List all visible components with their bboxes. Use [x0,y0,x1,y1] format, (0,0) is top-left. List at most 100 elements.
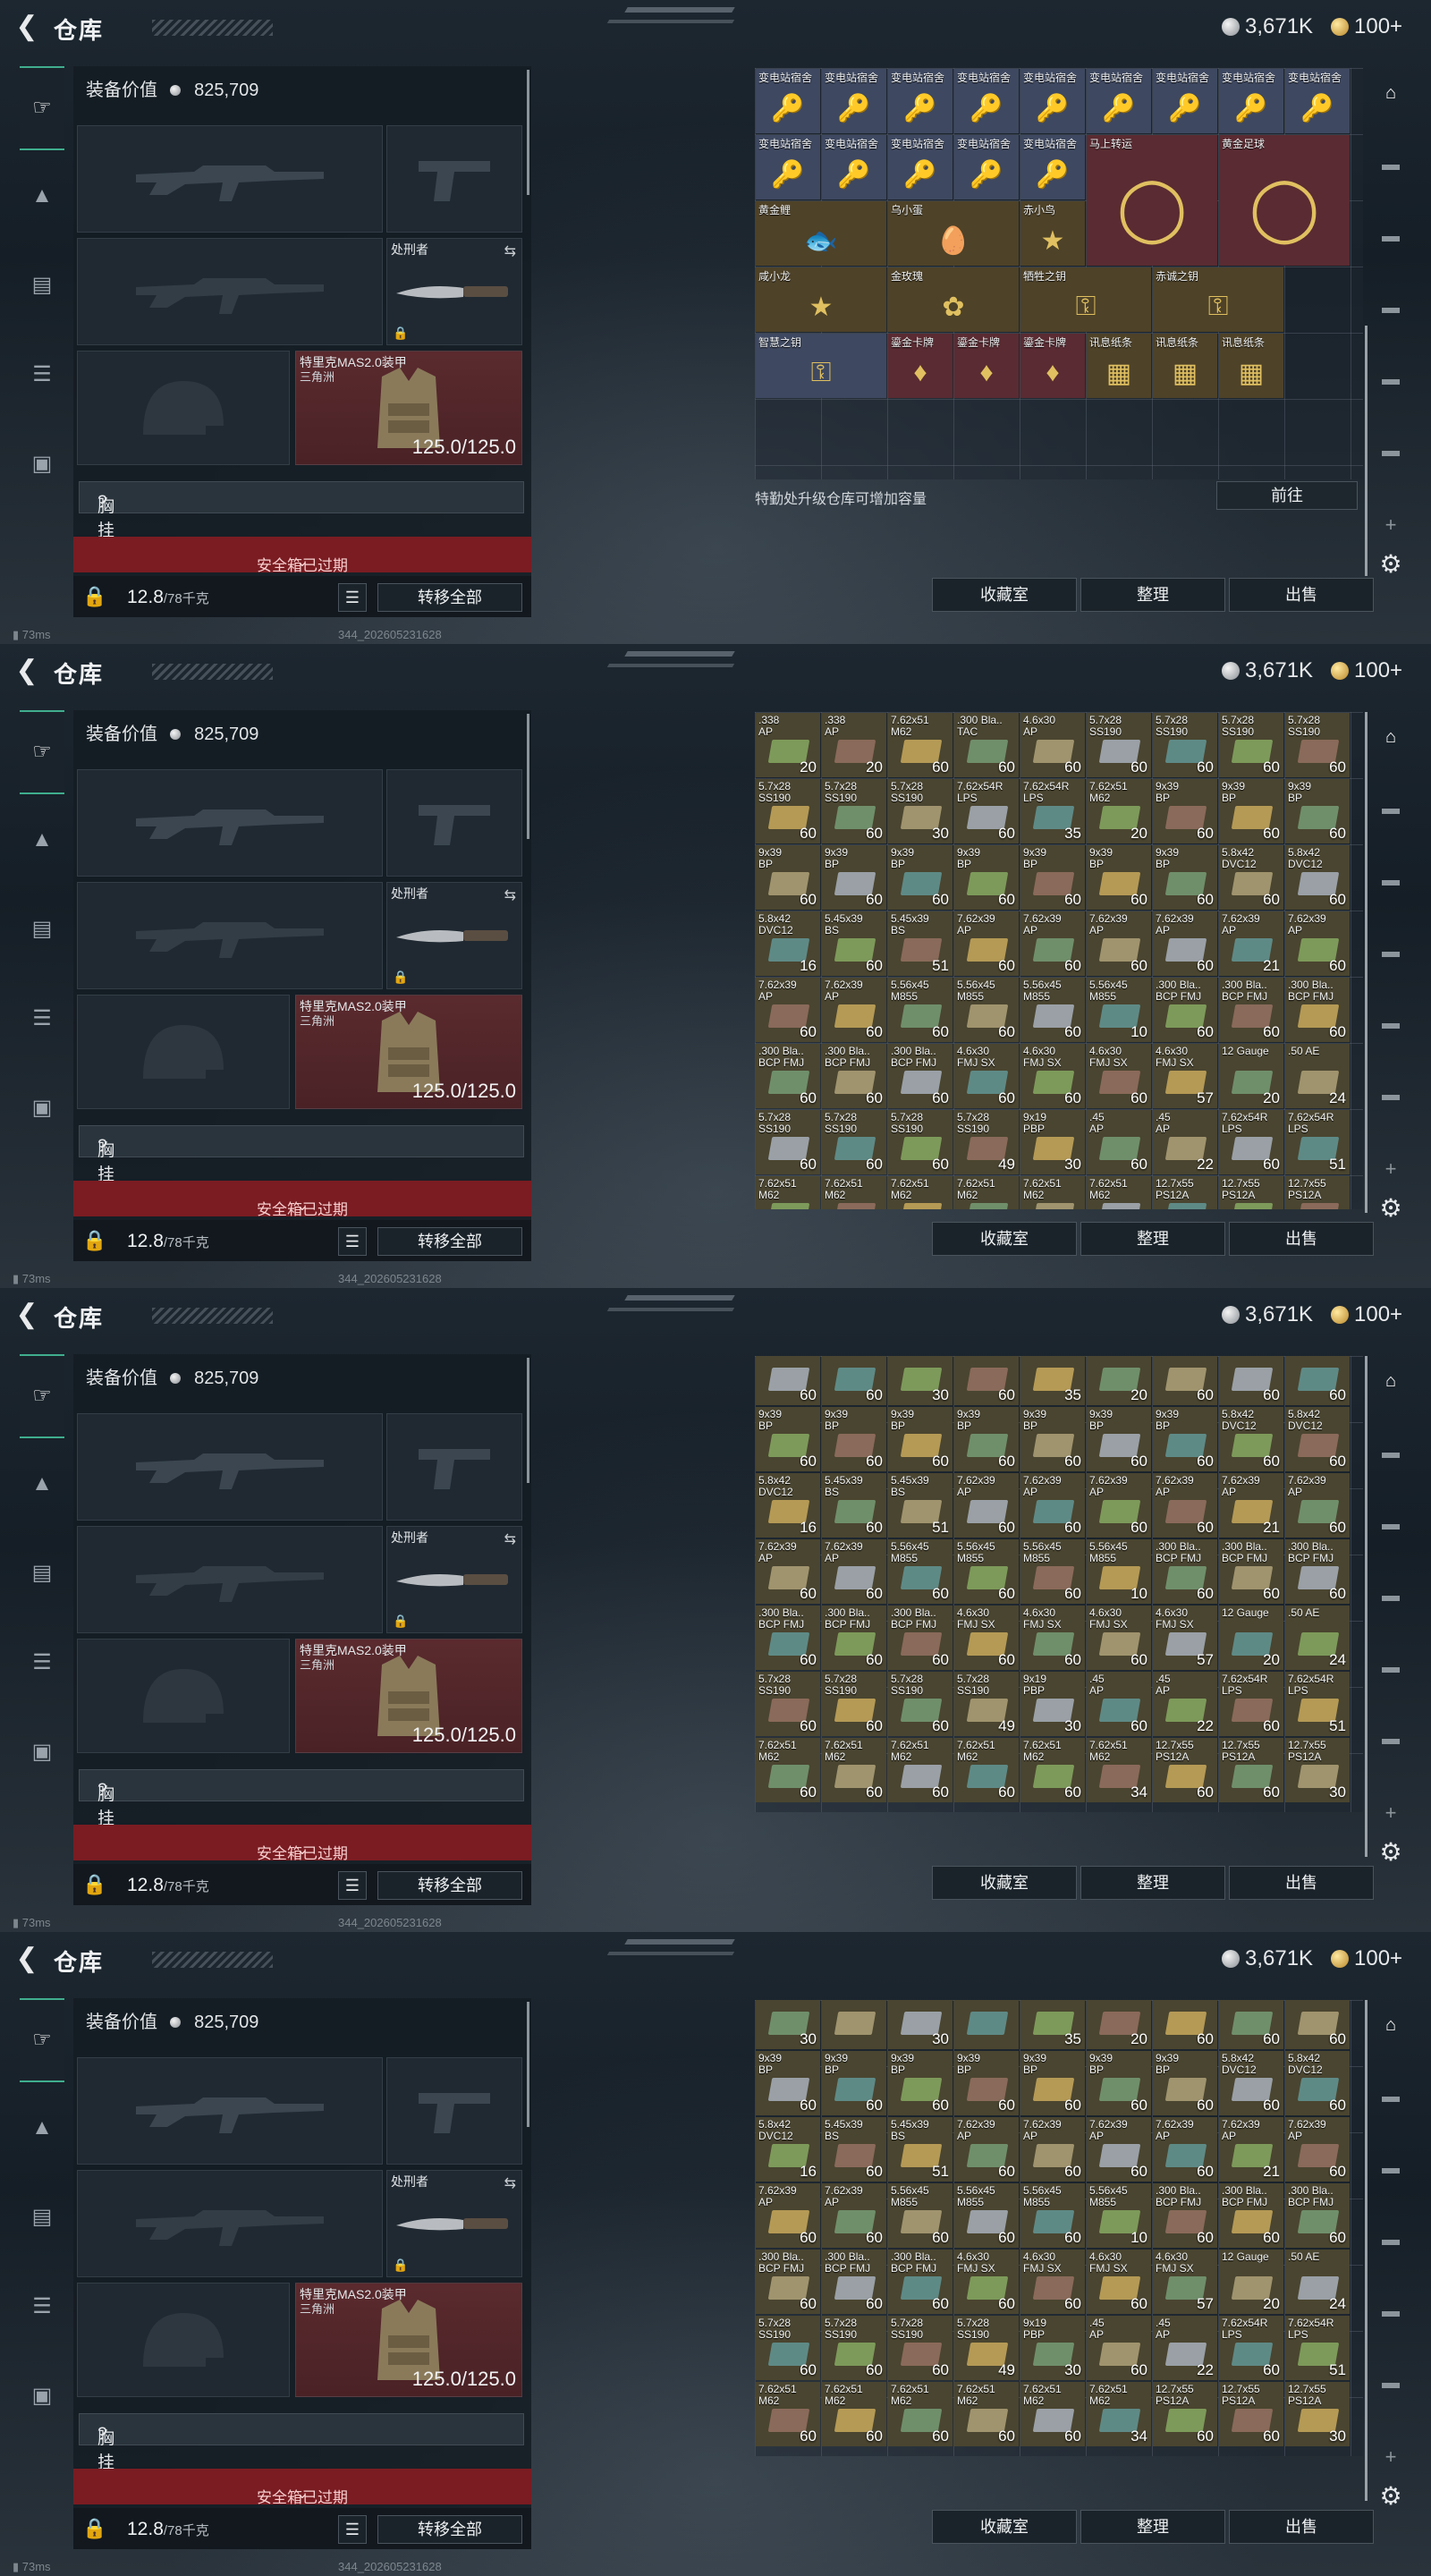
ammo-item[interactable]: .300 Bla.. BCP FMJ 60 [1285,978,1350,1042]
ammo-item[interactable]: 12.7x55 PS12A 60 [1219,1738,1283,1802]
add-tab-button[interactable]: + [1368,1157,1413,1181]
ammo-item[interactable]: 7.62x51 M62 60 [954,1738,1019,1802]
ammo-item[interactable]: 7.62x39 AP 60 [822,978,886,1042]
ammo-item[interactable]: 5.56x45 M855 60 [888,978,953,1042]
melee-slot[interactable]: 处刑者 ⇆ 🔒 [386,2170,522,2277]
ammo-item[interactable]: 60 [1219,1356,1283,1405]
ammo-item[interactable]: 60 [822,1356,886,1405]
ammo-item[interactable]: 5.56x45 M855 60 [954,1539,1019,1604]
secondary-rifle-slot[interactable] [77,882,383,989]
rail-helmet[interactable]: ▲ [20,174,64,218]
tab-tier-iv-c[interactable]: ▬ [1368,1068,1413,1122]
ammo-item[interactable]: .45 AP 22 [1153,1110,1217,1174]
inventory-item[interactable]: 变电站宿舍 🔑 [1020,69,1085,133]
ammo-item[interactable]: 5.56x45 M855 10 [1087,2183,1151,2248]
ammo-item[interactable]: 4.6x30 FMJ SX 57 [1153,2250,1217,2314]
settings-button[interactable]: ⚙ [1368,549,1413,579]
sell-button[interactable]: 出售 [1229,1222,1374,1256]
ammo-item[interactable]: 9x39 BP 60 [888,845,953,910]
inventory-item[interactable]: 变电站宿舍 🔑 [1153,69,1217,133]
ammo-item[interactable]: 7.62x39 AP 60 [1020,911,1085,976]
safe-box-banner[interactable]: 安全箱已过期 ⌄ [73,2469,531,2506]
ammo-item[interactable]: 5.56x45 M855 60 [1020,978,1085,1042]
ammo-item[interactable]: 4.6x30 FMJ SX 60 [954,1044,1019,1108]
gold-currency[interactable]: 100+ [1331,14,1402,38]
ammo-item[interactable]: 60 [1153,2000,1217,2049]
ammo-item[interactable]: 7.62x39 AP 60 [1153,1473,1217,1538]
ammo-item[interactable]: 5.7x28 SS190 60 [822,2316,886,2380]
ammo-item[interactable]: 7.62x54R LPS 60 [954,779,1019,843]
ammo-item[interactable]: 5.7x28 SS190 60 [1285,713,1350,777]
ammo-item[interactable]: 7.62x39 AP 60 [1285,911,1350,976]
rail-briefcase[interactable]: ▣ [20,442,64,487]
melee-slot[interactable]: 处刑者 ⇆ 🔒 [386,882,522,989]
ammo-item[interactable]: .300 Bla.. BCP FMJ 60 [1285,1539,1350,1604]
ammo-item[interactable]: 7.62x51 M62 [888,1176,953,1209]
equipment-scrollbar[interactable] [527,2002,529,2127]
storage-scrollbar[interactable] [1365,2000,1367,2501]
rail-backpack[interactable]: ▤ [20,2195,64,2240]
rail-briefcase[interactable]: ▣ [20,1730,64,1775]
ammo-item[interactable]: 5.7x28 SS190 60 [1219,713,1283,777]
helmet-slot[interactable] [77,1639,290,1753]
tab-tier-iv[interactable]: ▬ [1368,1426,1413,1479]
ammo-item[interactable]: 5.7x28 SS190 60 [822,1110,886,1174]
tab-tier-iii-b[interactable]: ▬ [1368,352,1413,406]
rail-clipboard[interactable]: ☰ [20,1640,64,1685]
ammo-item[interactable]: 12.7x55 PS12A 30 [1285,1738,1350,1802]
primary-weapon-slot[interactable] [77,125,383,233]
ammo-item[interactable]: 7.62x39 AP 21 [1219,1473,1283,1538]
transfer-all-button[interactable]: 转移全部 [377,2515,522,2544]
ammo-item[interactable]: 7.62x39 AP 60 [822,2183,886,2248]
secondary-weapon-slot[interactable] [386,2057,522,2165]
ammo-item[interactable]: 20 [1087,2000,1151,2049]
sort-button[interactable]: 整理 [1080,578,1225,612]
ammo-item[interactable]: 7.62x39 AP 60 [1087,911,1151,976]
ammo-item[interactable]: .50 AE 24 [1285,1044,1350,1108]
helmet-slot[interactable] [77,2283,290,2397]
ammo-item[interactable]: 12.7x55 PS12A [1285,1176,1350,1209]
inventory-item[interactable]: 牺牲之钥 ⚿ [1020,267,1151,332]
ammo-item[interactable] [954,2000,1019,2049]
ammo-item[interactable]: 5.56x45 M855 60 [888,2183,953,2248]
ammo-item[interactable]: 7.62x51 M62 60 [756,1738,820,1802]
transfer-all-button[interactable]: 转移全部 [377,1871,522,1900]
ammo-item[interactable]: 7.62x51 M62 [954,1176,1019,1209]
tab-tier-iv-c[interactable]: ▬ [1368,2356,1413,2410]
ammo-item[interactable]: 9x39 BP 60 [954,2051,1019,2115]
chest-rig-slot[interactable]: 胸挂 ? [79,2413,524,2472]
armor-slot[interactable]: 特里克MAS2.0装甲 三角洲 125.0/125.0 [295,995,522,1109]
tab-tier-iii-b[interactable]: ▬ [1368,1640,1413,1694]
ammo-item[interactable]: 7.62x54R LPS 51 [1285,1110,1350,1174]
gold-currency[interactable]: 100+ [1331,1302,1402,1326]
ammo-item[interactable]: 7.62x54R LPS 60 [1219,1672,1283,1736]
ammo-item[interactable]: 5.56x45 M855 60 [888,1539,953,1604]
rail-clipboard[interactable]: ☰ [20,996,64,1041]
ammo-item[interactable]: 5.45x39 BS 51 [888,1473,953,1538]
ammo-item[interactable]: 5.8x42 DVC12 16 [756,2117,820,2182]
ammo-item[interactable]: 9x39 BP 60 [756,845,820,910]
ammo-item[interactable]: 20 [1087,1356,1151,1405]
inventory-item[interactable]: 乌小蛋 🥚 [888,201,1019,266]
ammo-item[interactable]: .300 Bla.. BCP FMJ 60 [756,1606,820,1670]
ammo-item[interactable]: 60 [756,1356,820,1405]
gold-currency[interactable]: 100+ [1331,1946,1402,1970]
ammo-item[interactable]: 5.7x28 SS190 49 [954,2316,1019,2380]
secondary-weapon-slot[interactable] [386,769,522,877]
back-button[interactable]: ❮ [13,657,41,685]
ammo-item[interactable]: 7.62x39 AP 60 [1285,2117,1350,2182]
tab-tier-iii[interactable]: ▬ [1368,853,1413,907]
ammo-item[interactable]: 4.6x30 FMJ SX 60 [1087,1044,1151,1108]
ammo-item[interactable]: 7.62x39 AP 60 [756,1539,820,1604]
secondary-weapon-slot[interactable] [386,1413,522,1521]
tab-tier-iii-b[interactable]: ▬ [1368,996,1413,1050]
secondary-weapon-slot[interactable] [386,125,522,233]
ammo-item[interactable]: 60 [1219,2000,1283,2049]
sell-button[interactable]: 出售 [1229,578,1374,612]
ammo-item[interactable]: 9x39 BP 60 [1153,779,1217,843]
ammo-item[interactable]: .300 Bla.. BCP FMJ 60 [1153,978,1217,1042]
sell-button[interactable]: 出售 [1229,1866,1374,1900]
ammo-item[interactable]: 5.56x45 M855 60 [954,2183,1019,2248]
ammo-item[interactable]: 7.62x54R LPS 60 [1219,2316,1283,2380]
ammo-item[interactable]: 7.62x39 AP 60 [756,978,820,1042]
